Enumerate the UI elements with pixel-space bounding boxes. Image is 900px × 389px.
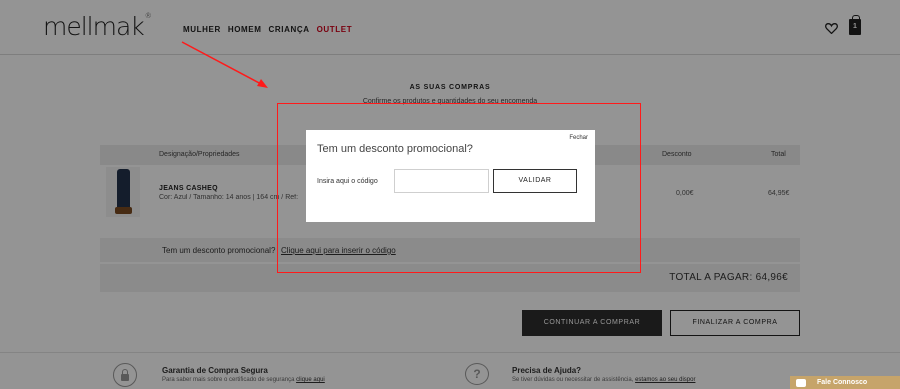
- chat-label: Fale Connosco: [817, 379, 868, 386]
- chat-bubble-icon: [796, 379, 806, 387]
- chat-widget[interactable]: Fale Connosco: [790, 376, 900, 389]
- annotation-highlight-box: [277, 103, 641, 273]
